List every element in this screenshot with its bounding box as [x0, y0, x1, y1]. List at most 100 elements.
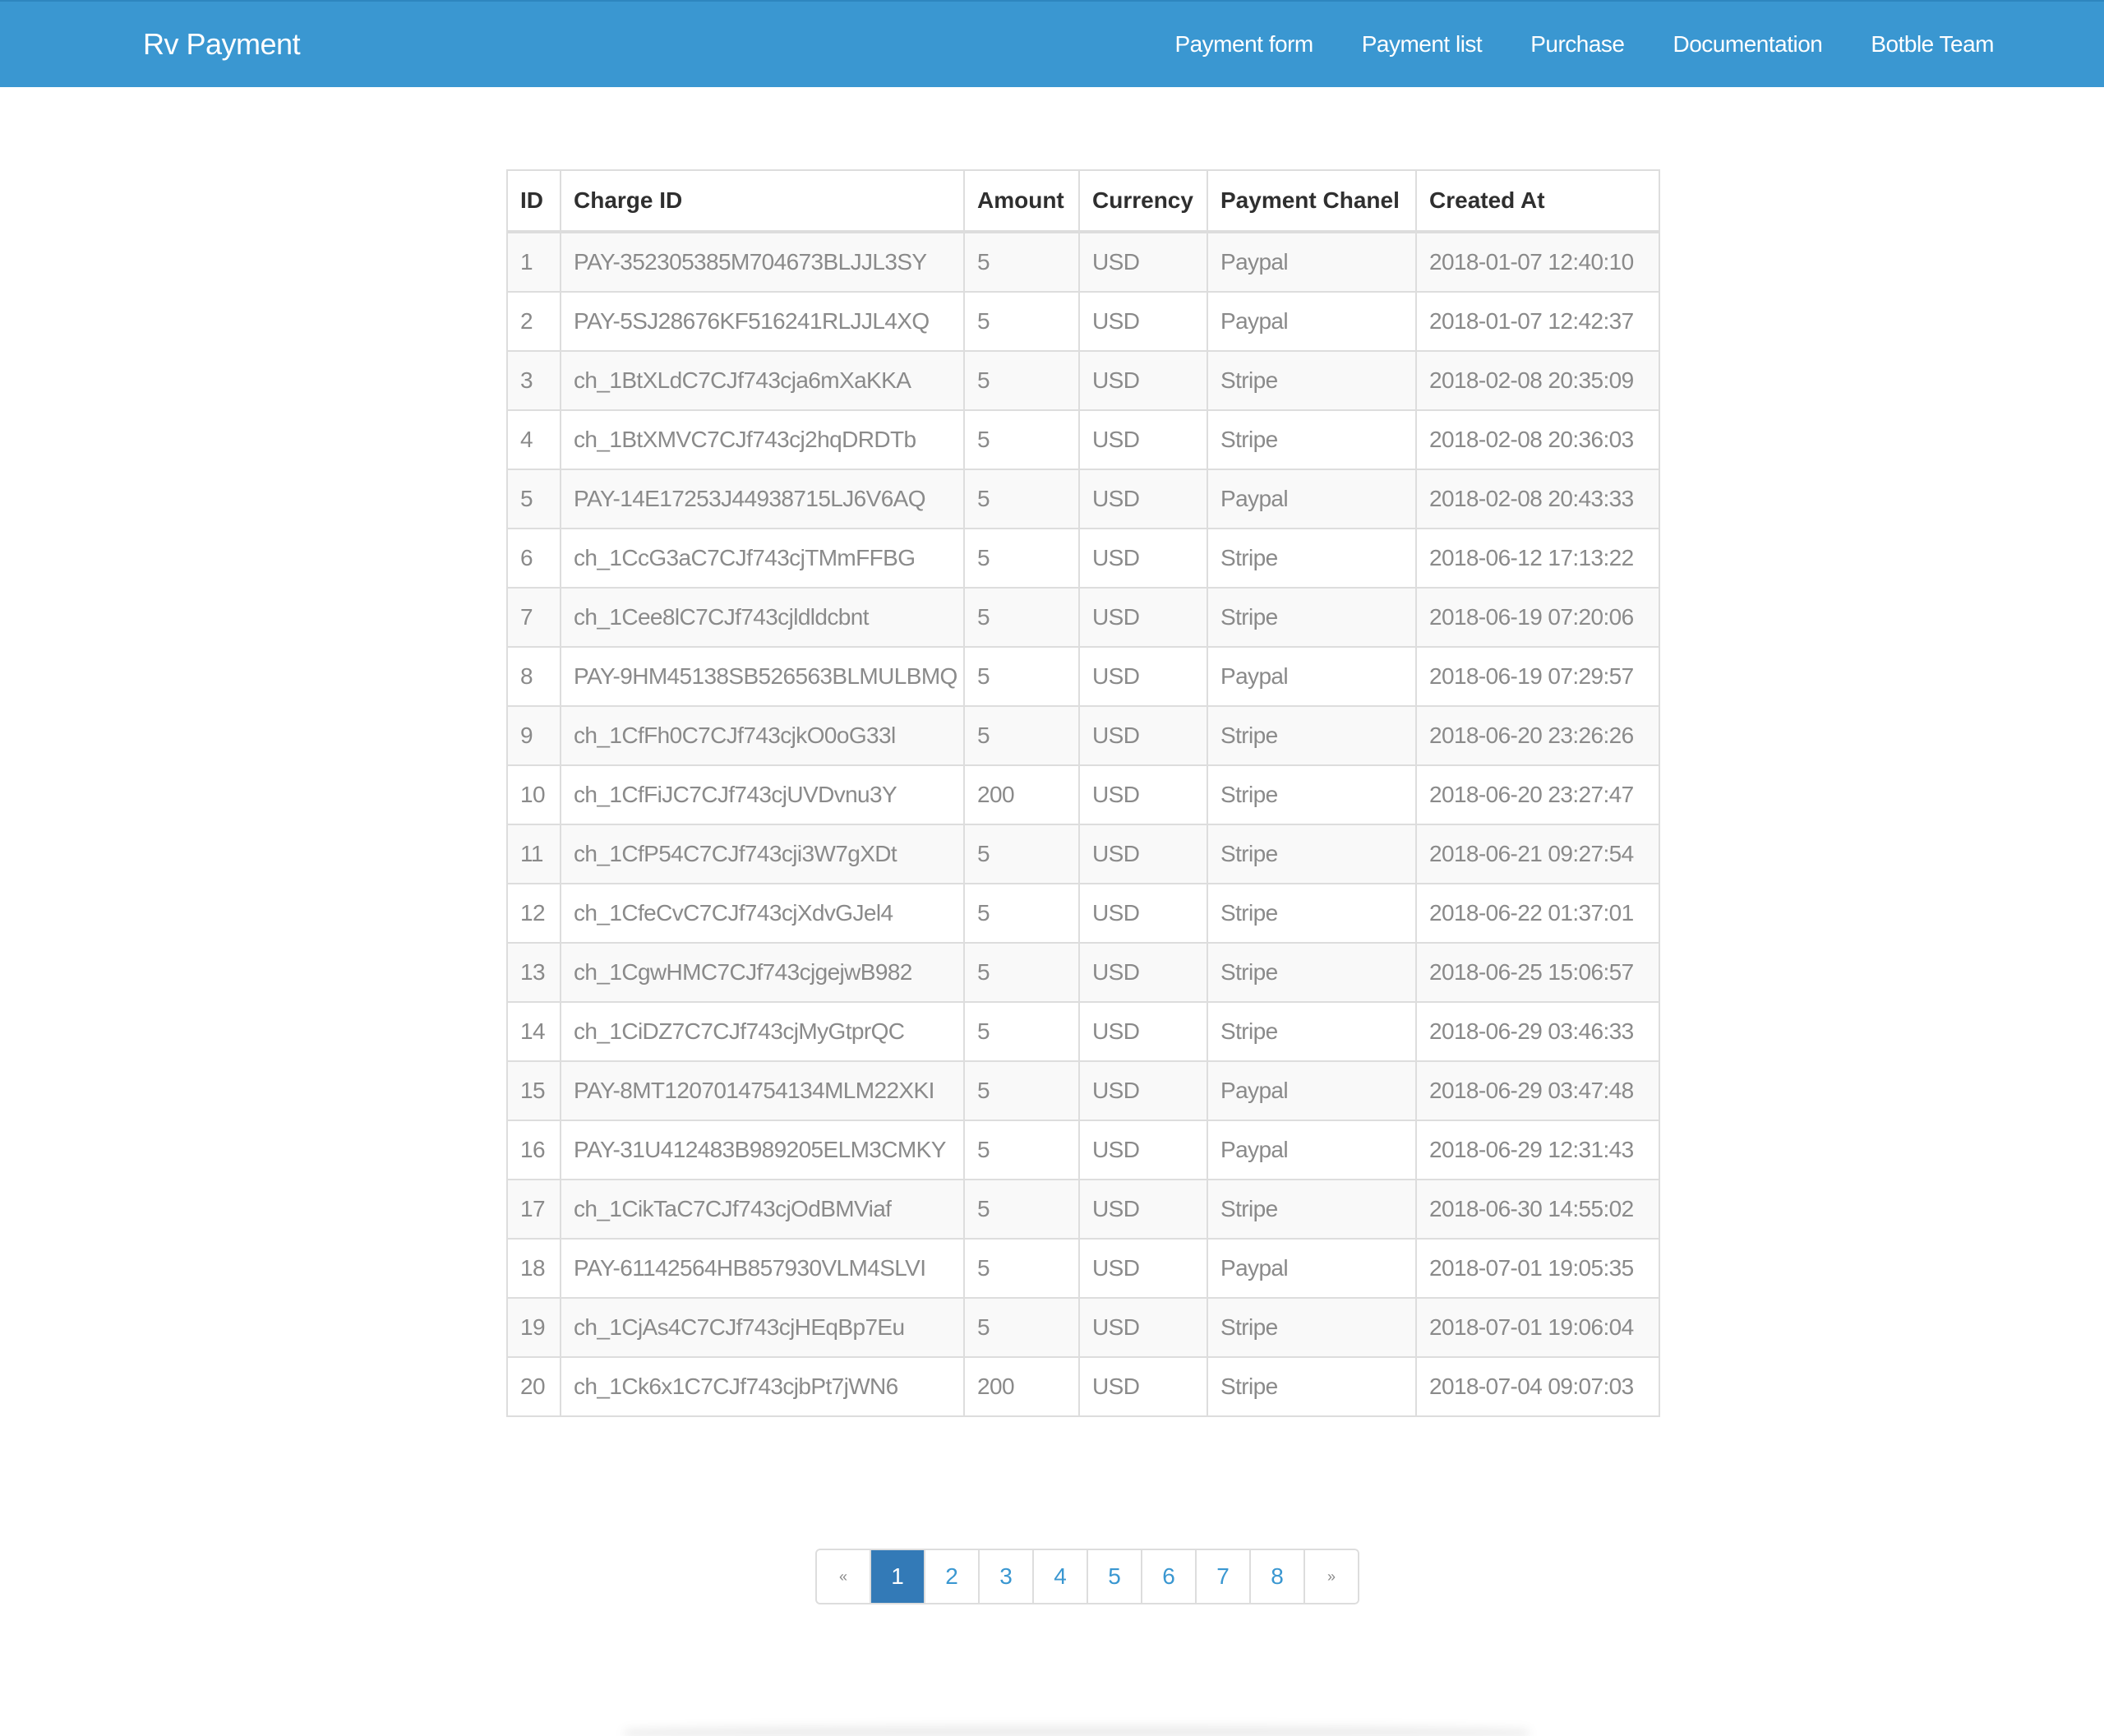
table-cell: ch_1Cee8lC7CJf743cjldldcbnt	[560, 587, 965, 648]
column-header: Amount	[963, 169, 1080, 233]
column-header: ID	[506, 169, 561, 233]
table-cell: 2018-07-01 19:06:04	[1415, 1297, 1660, 1358]
pagination-page-8[interactable]: 8	[1249, 1550, 1303, 1603]
table-cell: Paypal	[1207, 1238, 1417, 1299]
table-row: 16 PAY-31U412483B989205ELM3CMKY 5 USD Paypal…	[506, 1120, 1660, 1180]
pagination-prev-button[interactable]: «	[817, 1550, 870, 1603]
table-cell: USD	[1078, 1356, 1208, 1417]
table-row: 9 ch_1CfFh0C7CJf743cjkO0oG33l 5 USD Stripe 20…	[506, 705, 1660, 766]
table-cell: USD	[1078, 824, 1208, 884]
table-cell: 2018-02-08 20:43:33	[1415, 469, 1660, 529]
table-cell: PAY-14E17253J44938715LJ6V6AQ	[560, 469, 965, 529]
table-cell: USD	[1078, 883, 1208, 944]
table-row: 12 ch_1CfeCvC7CJf743cjXdvGJel4 5 USD Stripe 2…	[506, 883, 1660, 944]
table-cell: 3	[506, 350, 561, 411]
brand-link[interactable]: Rv Payment	[143, 2, 301, 87]
table-cell: 5	[963, 1297, 1080, 1358]
pagination-page-6[interactable]: 6	[1141, 1550, 1195, 1603]
table-row: 20 ch_1Ck6x1C7CJf743cjbPt7jWN6 200 USD Strip…	[506, 1356, 1660, 1417]
pagination-page-2[interactable]: 2	[924, 1550, 978, 1603]
pagination-page-1[interactable]: 1	[870, 1550, 924, 1603]
pagination-page-3[interactable]: 3	[978, 1550, 1032, 1603]
table-cell: ch_1CikTaC7CJf743cjOdBMViaf	[560, 1179, 965, 1240]
nav-item-payment-list[interactable]: Payment list	[1362, 31, 1483, 58]
table-row: 19 ch_1CjAs4C7CJf743cjHEqBp7Eu 5 USD Stripe 2…	[506, 1297, 1660, 1358]
table-cell: ch_1Ck6x1C7CJf743cjbPt7jWN6	[560, 1356, 965, 1417]
footer-edge	[625, 1726, 1529, 1736]
table-cell: USD	[1078, 291, 1208, 352]
table-cell: Stripe	[1207, 824, 1417, 884]
table-cell: 20	[506, 1356, 561, 1417]
table-row: 15 PAY-8MT1207014754134MLM22XKI 5 USD Paypal…	[506, 1060, 1660, 1121]
table-cell: 14	[506, 1001, 561, 1062]
table-cell: 5	[963, 942, 1080, 1003]
table-cell: 5	[963, 528, 1080, 589]
column-header: Charge ID	[560, 169, 965, 233]
main-nav: Payment form Payment list Purchase Docum…	[1126, 2, 1994, 87]
table-row: 14 ch_1CiDZ7C7CJf743cjMyGtprQC 5 USD Stripe 2…	[506, 1001, 1660, 1062]
table-cell: USD	[1078, 469, 1208, 529]
table-cell: 2018-06-30 14:55:02	[1415, 1179, 1660, 1240]
table-cell: 5	[963, 587, 1080, 648]
table-cell: 2018-06-20 23:27:47	[1415, 764, 1660, 825]
table-cell: PAY-5SJ28676KF516241RLJJL4XQ	[560, 291, 965, 352]
table-cell: Paypal	[1207, 646, 1417, 707]
table-cell: 1	[506, 231, 561, 293]
column-header: Created At	[1415, 169, 1660, 233]
table-row: 3 ch_1BtXLdC7CJf743cja6mXaKKA 5 USD Stripe 20…	[506, 350, 1660, 411]
header-row: ID Charge ID Amount Currency Payment Chanel C…	[506, 169, 1660, 233]
table-cell: Stripe	[1207, 1001, 1417, 1062]
table-cell: 12	[506, 883, 561, 944]
table-cell: 2018-06-20 23:26:26	[1415, 705, 1660, 766]
pagination-page-7[interactable]: 7	[1195, 1550, 1249, 1603]
table-cell: 15	[506, 1060, 561, 1121]
table-cell: USD	[1078, 1297, 1208, 1358]
pagination-next-button[interactable]: »	[1303, 1550, 1358, 1603]
table-cell: ch_1CjAs4C7CJf743cjHEqBp7Eu	[560, 1297, 965, 1358]
table-cell: ch_1CcG3aC7CJf743cjTMmFFBG	[560, 528, 965, 589]
table-cell: Paypal	[1207, 231, 1417, 293]
table-cell: 2018-07-01 19:05:35	[1415, 1238, 1660, 1299]
table-cell: 9	[506, 705, 561, 766]
table-cell: PAY-8MT1207014754134MLM22XKI	[560, 1060, 965, 1121]
table-cell: 2018-02-08 20:35:09	[1415, 350, 1660, 411]
table-cell: 2018-06-29 03:46:33	[1415, 1001, 1660, 1062]
table-cell: 4	[506, 409, 561, 470]
table-cell: 5	[963, 350, 1080, 411]
table-row: 10 ch_1CfFiJC7CJf743cjUVDvnu3Y 200 USD Strip…	[506, 764, 1660, 825]
table-cell: 2018-06-29 03:47:48	[1415, 1060, 1660, 1121]
pagination-page-5[interactable]: 5	[1087, 1550, 1141, 1603]
table-cell: 11	[506, 824, 561, 884]
nav-item-botble-team[interactable]: Botble Team	[1871, 31, 1994, 58]
table-cell: ch_1CgwHMC7CJf743cjgejwB982	[560, 942, 965, 1003]
table-cell: 6	[506, 528, 561, 589]
table-cell: 5	[963, 1001, 1080, 1062]
table-cell: 200	[963, 1356, 1080, 1417]
nav-item-purchase[interactable]: Purchase	[1530, 31, 1625, 58]
table-cell: USD	[1078, 587, 1208, 648]
table-cell: Stripe	[1207, 764, 1417, 825]
table-cell: 2018-01-07 12:40:10	[1415, 231, 1660, 293]
table-cell: 2018-06-29 12:31:43	[1415, 1120, 1660, 1180]
table-cell: 5	[963, 1120, 1080, 1180]
table-cell: Paypal	[1207, 469, 1417, 529]
table-cell: PAY-61142564HB857930VLM4SLVI	[560, 1238, 965, 1299]
table-cell: Stripe	[1207, 409, 1417, 470]
table-cell: PAY-31U412483B989205ELM3CMKY	[560, 1120, 965, 1180]
pagination-page-4[interactable]: 4	[1032, 1550, 1087, 1603]
table-cell: USD	[1078, 231, 1208, 293]
table-cell: Stripe	[1207, 350, 1417, 411]
table-cell: 5	[506, 469, 561, 529]
table-cell: USD	[1078, 942, 1208, 1003]
table-cell: USD	[1078, 1001, 1208, 1062]
table-cell: Paypal	[1207, 1060, 1417, 1121]
table-cell: 5	[963, 291, 1080, 352]
table-cell: USD	[1078, 764, 1208, 825]
nav-item-payment-form[interactable]: Payment form	[1174, 31, 1313, 58]
table-row: 11 ch_1CfP54C7CJf743cji3W7gXDt 5 USD Stripe 2…	[506, 824, 1660, 884]
table-header: ID Charge ID Amount Currency Payment Chanel C…	[506, 169, 1660, 233]
table-cell: Stripe	[1207, 705, 1417, 766]
table-cell: 2018-06-21 09:27:54	[1415, 824, 1660, 884]
table-body: 1 PAY-352305385M704673BLJJL3SY 5 USD Paypal 2…	[506, 231, 1660, 1417]
nav-item-documentation[interactable]: Documentation	[1673, 31, 1823, 58]
